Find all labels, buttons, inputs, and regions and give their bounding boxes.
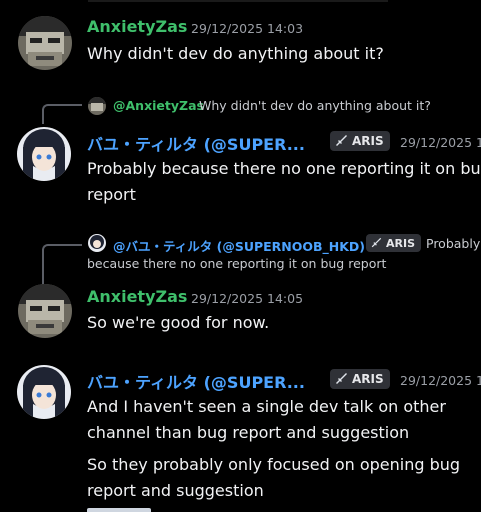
- timestamp: 29/12/2025 14: [400, 135, 481, 150]
- role-badge: ARIS: [330, 369, 390, 389]
- badge-label: ARIS: [352, 134, 384, 148]
- avatar-bayu[interactable]: [17, 365, 71, 419]
- timestamp: 29/12/2025 14: [400, 373, 481, 388]
- reply-preview-line2[interactable]: because there no one reporting it on bug…: [87, 256, 386, 271]
- reply-spine: [42, 104, 82, 124]
- timestamp: 29/12/2025 14:03: [191, 21, 304, 36]
- reply-role-badge: ARIS: [366, 234, 421, 252]
- avatar-anxietyzas[interactable]: [18, 284, 72, 338]
- message-text-line1: And I haven't seen a single dev talk on …: [87, 397, 446, 416]
- badge-label: ARIS: [386, 236, 415, 250]
- reply-preview[interactable]: Why didn't dev do anything about it?: [199, 98, 431, 113]
- timestamp: 29/12/2025 14:05: [191, 291, 304, 306]
- message-text-line1: Probably because there no one reporting …: [87, 159, 481, 178]
- author-name[interactable]: バユ・ティルタ (@SUPER...: [87, 131, 305, 155]
- avatar-bayu[interactable]: [17, 127, 71, 181]
- previous-message-remnant: [88, 0, 388, 2]
- sword-icon: [371, 237, 382, 248]
- sword-icon: [336, 373, 347, 384]
- message-text-line2: report: [87, 185, 136, 204]
- author-name[interactable]: バユ・ティルタ (@SUPER...: [87, 369, 305, 393]
- reply-avatar: [88, 97, 106, 115]
- attachment-preview[interactable]: [87, 508, 151, 512]
- reply-author[interactable]: @AnxietyZas: [113, 98, 204, 113]
- followup-text-line1: So they probably only focused on opening…: [87, 455, 461, 474]
- reply-author[interactable]: @バユ・ティルタ (@SUPERNOOB_HKD): [113, 236, 365, 255]
- role-badge: ARIS: [330, 131, 390, 151]
- author-name[interactable]: AnxietyZas: [87, 287, 187, 306]
- message-text: Why didn't dev do anything about it?: [87, 44, 384, 63]
- message-text: So we're good for now.: [87, 313, 270, 332]
- message-text-line2: channel than bug report and suggestion: [87, 423, 410, 442]
- avatar-anxietyzas[interactable]: [18, 16, 72, 70]
- reply-avatar: [88, 234, 106, 252]
- reply-preview-line1[interactable]: Probably: [426, 236, 480, 251]
- sword-icon: [336, 135, 347, 146]
- badge-label: ARIS: [352, 372, 384, 386]
- author-name[interactable]: AnxietyZas: [87, 17, 187, 36]
- followup-text-line2: report and suggestion: [87, 481, 264, 500]
- reply-spine: [42, 244, 82, 284]
